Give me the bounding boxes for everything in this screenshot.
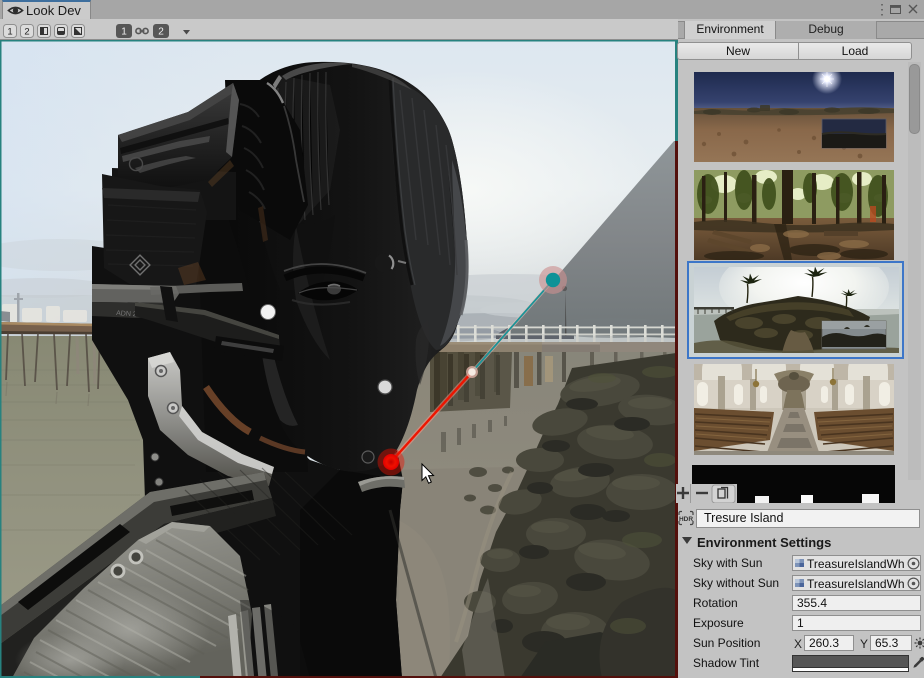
svg-text:1: 1 (121, 27, 127, 38)
svg-text:2: 2 (24, 27, 29, 38)
svg-text:1: 1 (7, 27, 12, 38)
svg-text:2: 2 (158, 27, 164, 38)
svg-text:HDR: HDR (679, 516, 693, 523)
